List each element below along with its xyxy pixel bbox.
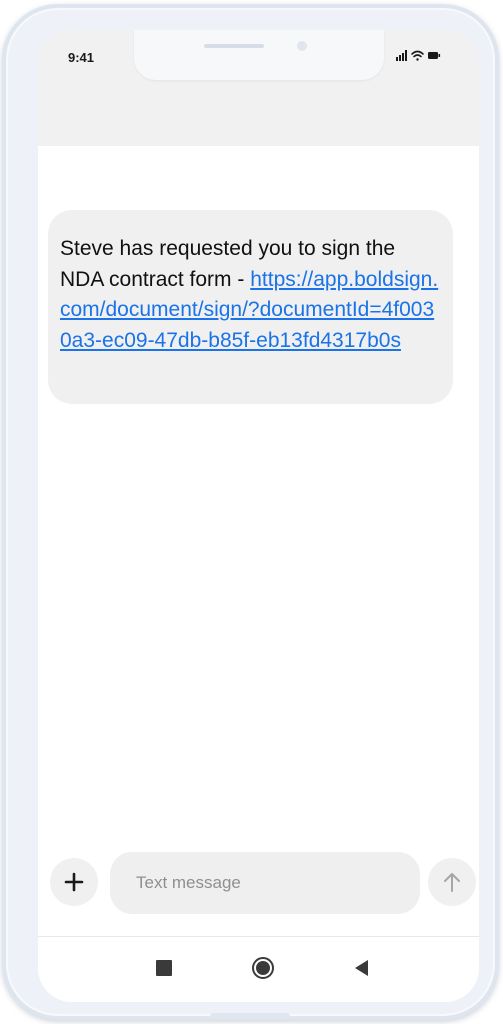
status-time: 9:41	[68, 50, 95, 65]
frame-bottom-bar	[210, 1013, 290, 1019]
wifi-icon	[411, 50, 424, 61]
send-button[interactable]	[428, 858, 476, 906]
phone-notch	[134, 30, 384, 80]
text-message-input[interactable]	[110, 852, 420, 914]
home-button[interactable]	[251, 956, 275, 980]
triangle-back-icon	[355, 960, 368, 976]
circle-home-icon	[252, 957, 274, 979]
plus-icon	[64, 872, 84, 892]
navigation-bar	[38, 937, 479, 1002]
add-attachment-button[interactable]	[50, 858, 98, 906]
phone-screen: 9:41 Steve has requested you to sign the…	[38, 30, 479, 1002]
status-icons	[394, 46, 454, 64]
message-bubble: Steve has requested you to sign the NDA …	[48, 210, 453, 404]
speaker-grille	[204, 44, 264, 48]
phone-frame: 9:41 Steve has requested you to sign the…	[2, 4, 499, 1020]
front-camera	[297, 41, 307, 51]
arrow-up-icon	[444, 873, 460, 892]
back-button[interactable]	[353, 959, 369, 977]
recent-apps-button[interactable]	[156, 960, 172, 976]
battery-icon	[428, 52, 441, 59]
signal-icon	[396, 50, 407, 61]
